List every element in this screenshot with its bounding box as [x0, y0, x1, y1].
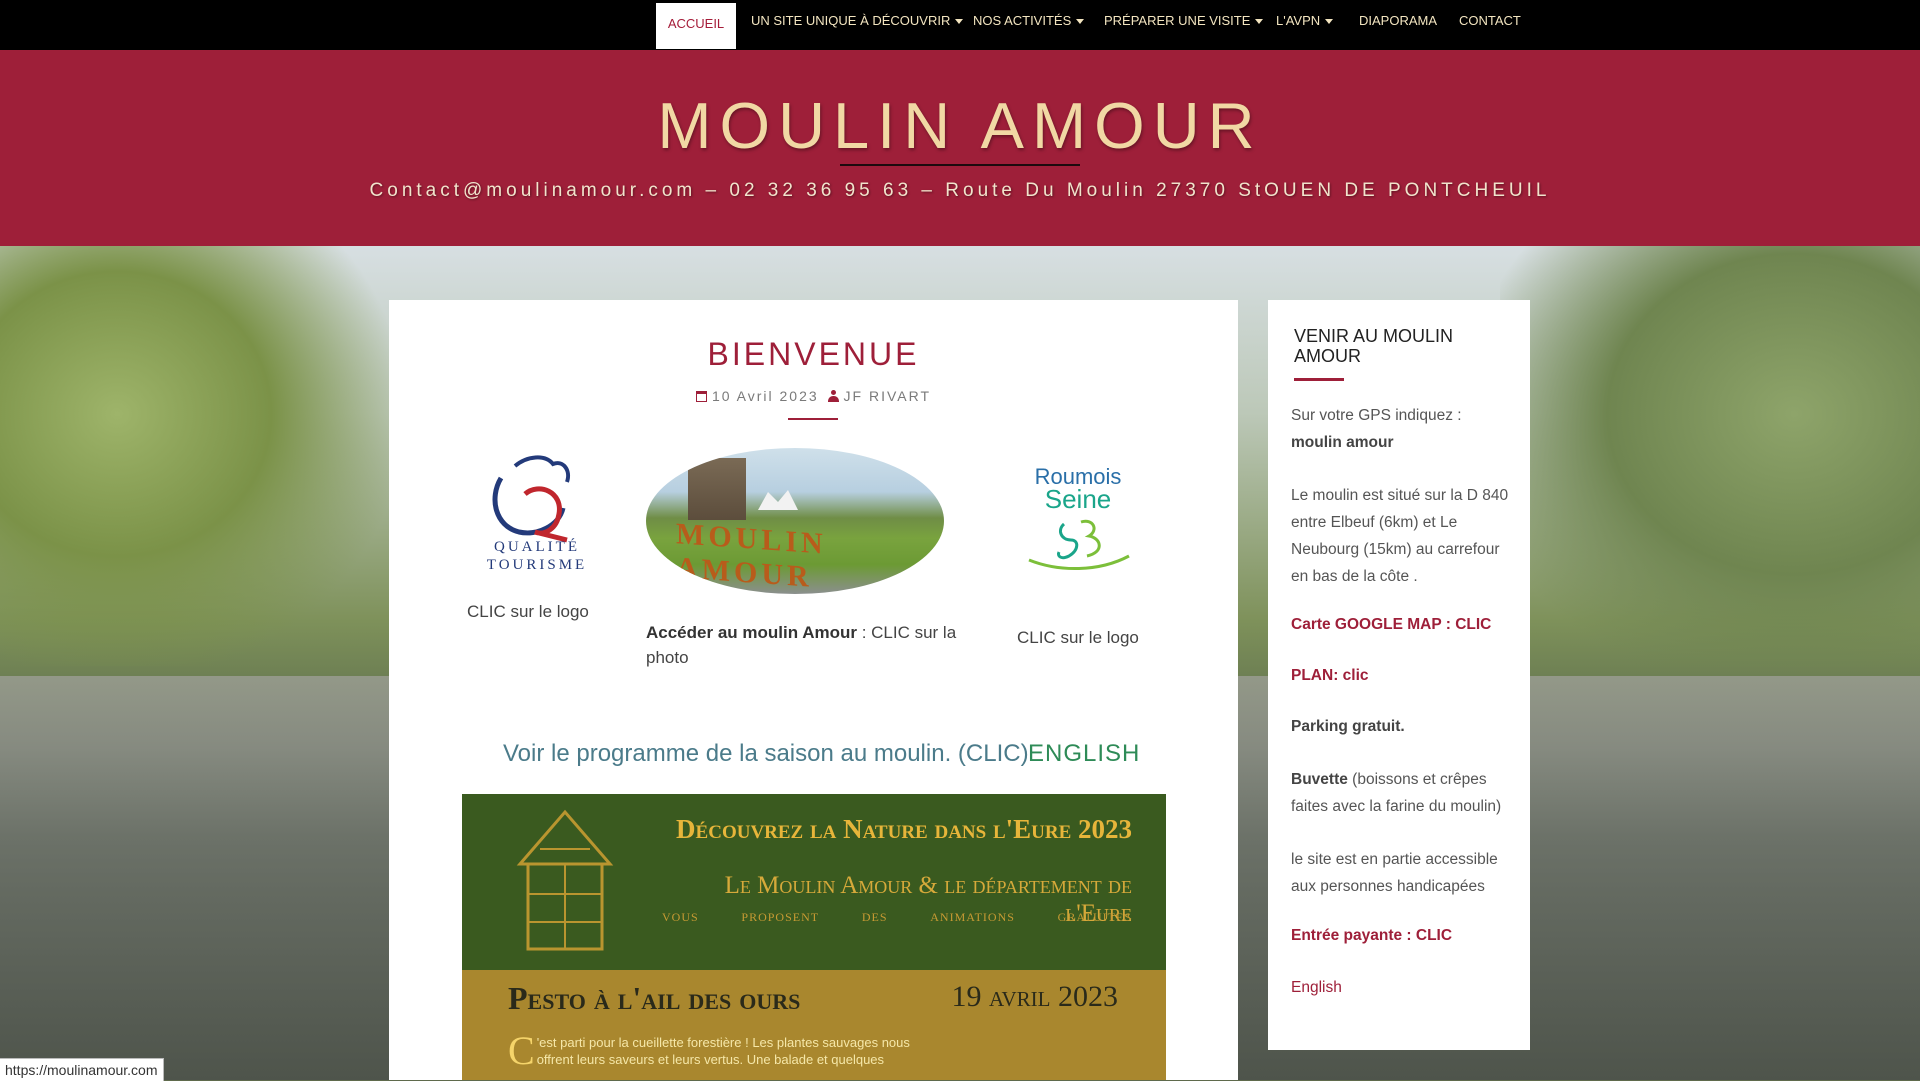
google-map-link[interactable]: Carte GOOGLE MAP : CLIC: [1291, 616, 1491, 634]
post-date[interactable]: 10 Avril 2023: [712, 388, 819, 404]
poster-subtitle-2: vous proposent des animations gratuites: [662, 906, 1132, 925]
nav-label: L'AVPN: [1276, 13, 1321, 28]
site-header: MOULIN AMOUR Contact@moulinamour.com – 0…: [0, 50, 1920, 246]
qt-logo-line1: QUALITÉ: [494, 538, 580, 555]
caret-down-icon: [1076, 19, 1085, 25]
main-content-card: BIENVENUE 10 Avril 2023 JF RIVART QUALIT…: [389, 300, 1238, 1080]
nav-label: ACCUEIL: [667, 16, 725, 31]
site-title[interactable]: MOULIN AMOUR: [0, 88, 1920, 163]
site-tagline: Contact@moulinamour.com – 02 32 36 95 63…: [369, 180, 1551, 201]
entree-link[interactable]: Entrée payante : CLIC: [1291, 927, 1452, 945]
sidebar-access: le site est en partie accessible aux per…: [1291, 851, 1498, 895]
meta-divider: [788, 418, 838, 420]
clic-logo-caption-2: CLIC sur le logo: [1017, 628, 1139, 647]
caret-down-icon: [1325, 19, 1334, 25]
photo-sign-letters: MOULIN AMOUR: [676, 517, 827, 594]
sidebar-location: Le moulin est situé sur la D 840 entre E…: [1291, 487, 1509, 585]
nav-item-avpn[interactable]: L'AVPN: [1276, 0, 1334, 46]
acceder-bold: Accéder au moulin Amour: [646, 623, 857, 642]
drop-cap: C: [508, 1028, 535, 1073]
trees-right: [1500, 246, 1920, 666]
nav-label: UN SITE UNIQUE À DÉCOUVRIR: [751, 13, 951, 28]
mill-building: [688, 458, 746, 520]
english-link[interactable]: ENGLISH: [1028, 740, 1140, 768]
sidebar-buvette: Buvette (boissons et crêpes faites avec …: [1291, 766, 1516, 820]
post-meta: 10 Avril 2023 JF RIVART: [389, 388, 1238, 404]
buvette-bold: Buvette: [1291, 771, 1348, 788]
sidebar-title-underline: [1294, 378, 1344, 381]
nav-label: DIAPORAMA: [1359, 13, 1438, 28]
gps-value: moulin amour: [1291, 434, 1394, 451]
sidebar-english-link[interactable]: English: [1291, 979, 1342, 997]
mill-sketch-icon: [516, 809, 614, 951]
post-title: BIENVENUE: [707, 336, 920, 372]
trees-left: [0, 246, 390, 666]
sidebar-parking: Parking gratuit.: [1291, 713, 1516, 740]
nav-item-accueil[interactable]: ACCUEIL: [656, 3, 736, 49]
rs-logo-line2: Seine: [1045, 484, 1112, 514]
nav-label: NOS ACTIVITÉS: [973, 13, 1072, 28]
clic-logo-caption-1: CLIC sur le logo: [467, 602, 589, 621]
moulin-photo[interactable]: MOULIN AMOUR: [646, 448, 944, 594]
qt-logo-line2: TOURISME: [487, 557, 587, 573]
poster-event-date: 19 avril 2023: [951, 980, 1118, 1013]
poster-top-band: Découvrez la Nature dans l'Eure 2023 Le …: [462, 794, 1166, 970]
gps-prefix: Sur votre GPS indiquez :: [1291, 407, 1462, 424]
nav-item-preparer-visite[interactable]: PRÉPARER UNE VISITE: [1104, 0, 1264, 46]
sidebar-title: VENIR AU MOULIN AMOUR: [1294, 326, 1454, 366]
qualite-tourisme-logo[interactable]: QUALITÉ TOURISME: [467, 448, 607, 576]
nav-item-contact[interactable]: CONTACT: [1459, 0, 1521, 46]
parking-text: Parking gratuit.: [1291, 718, 1405, 735]
programme-link[interactable]: Voir le programme de la saison au moulin…: [503, 740, 1029, 768]
tent: [758, 490, 798, 510]
sidebar-gps: Sur votre GPS indiquez : moulin amour: [1291, 402, 1516, 456]
title-underline: [840, 164, 1080, 166]
nav-item-nos-activites[interactable]: NOS ACTIVITÉS: [973, 0, 1085, 46]
nav-item-un-site-unique[interactable]: UN SITE UNIQUE À DÉCOUVRIR: [751, 0, 964, 46]
calendar-icon: [695, 391, 707, 402]
caret-down-icon: [1255, 19, 1264, 25]
roumois-seine-logo[interactable]: Roumois Seine: [1009, 460, 1147, 580]
nav-item-diaporama[interactable]: DIAPORAMA: [1359, 0, 1437, 46]
nature-poster[interactable]: Découvrez la Nature dans l'Eure 2023 Le …: [462, 794, 1166, 1080]
poster-text-body: 'est parti pour la cueillette forestière…: [536, 1035, 910, 1067]
caret-down-icon: [955, 19, 964, 25]
poster-title: Découvrez la Nature dans l'Eure 2023: [676, 814, 1132, 844]
poster-event-text: C'est parti pour la cueillette forestièr…: [508, 1028, 928, 1073]
plan-link[interactable]: PLAN: clic: [1291, 667, 1369, 685]
post-author[interactable]: JF RIVART: [844, 388, 932, 404]
user-icon: [827, 390, 839, 402]
sidebar-widget: VENIR AU MOULIN AMOUR Sur votre GPS indi…: [1268, 300, 1530, 1050]
nav-label: CONTACT: [1459, 13, 1521, 28]
top-navigation: ACCUEIL UN SITE UNIQUE À DÉCOUVRIR NOS A…: [0, 0, 1920, 50]
poster-event-title: Pesto à l'ail des ours: [508, 980, 801, 1016]
browser-status-bar: https://moulinamour.com: [0, 1058, 164, 1081]
nav-label: PRÉPARER UNE VISITE: [1104, 13, 1251, 28]
acceder-caption: Accéder au moulin Amour : CLIC sur la ph…: [646, 620, 966, 670]
